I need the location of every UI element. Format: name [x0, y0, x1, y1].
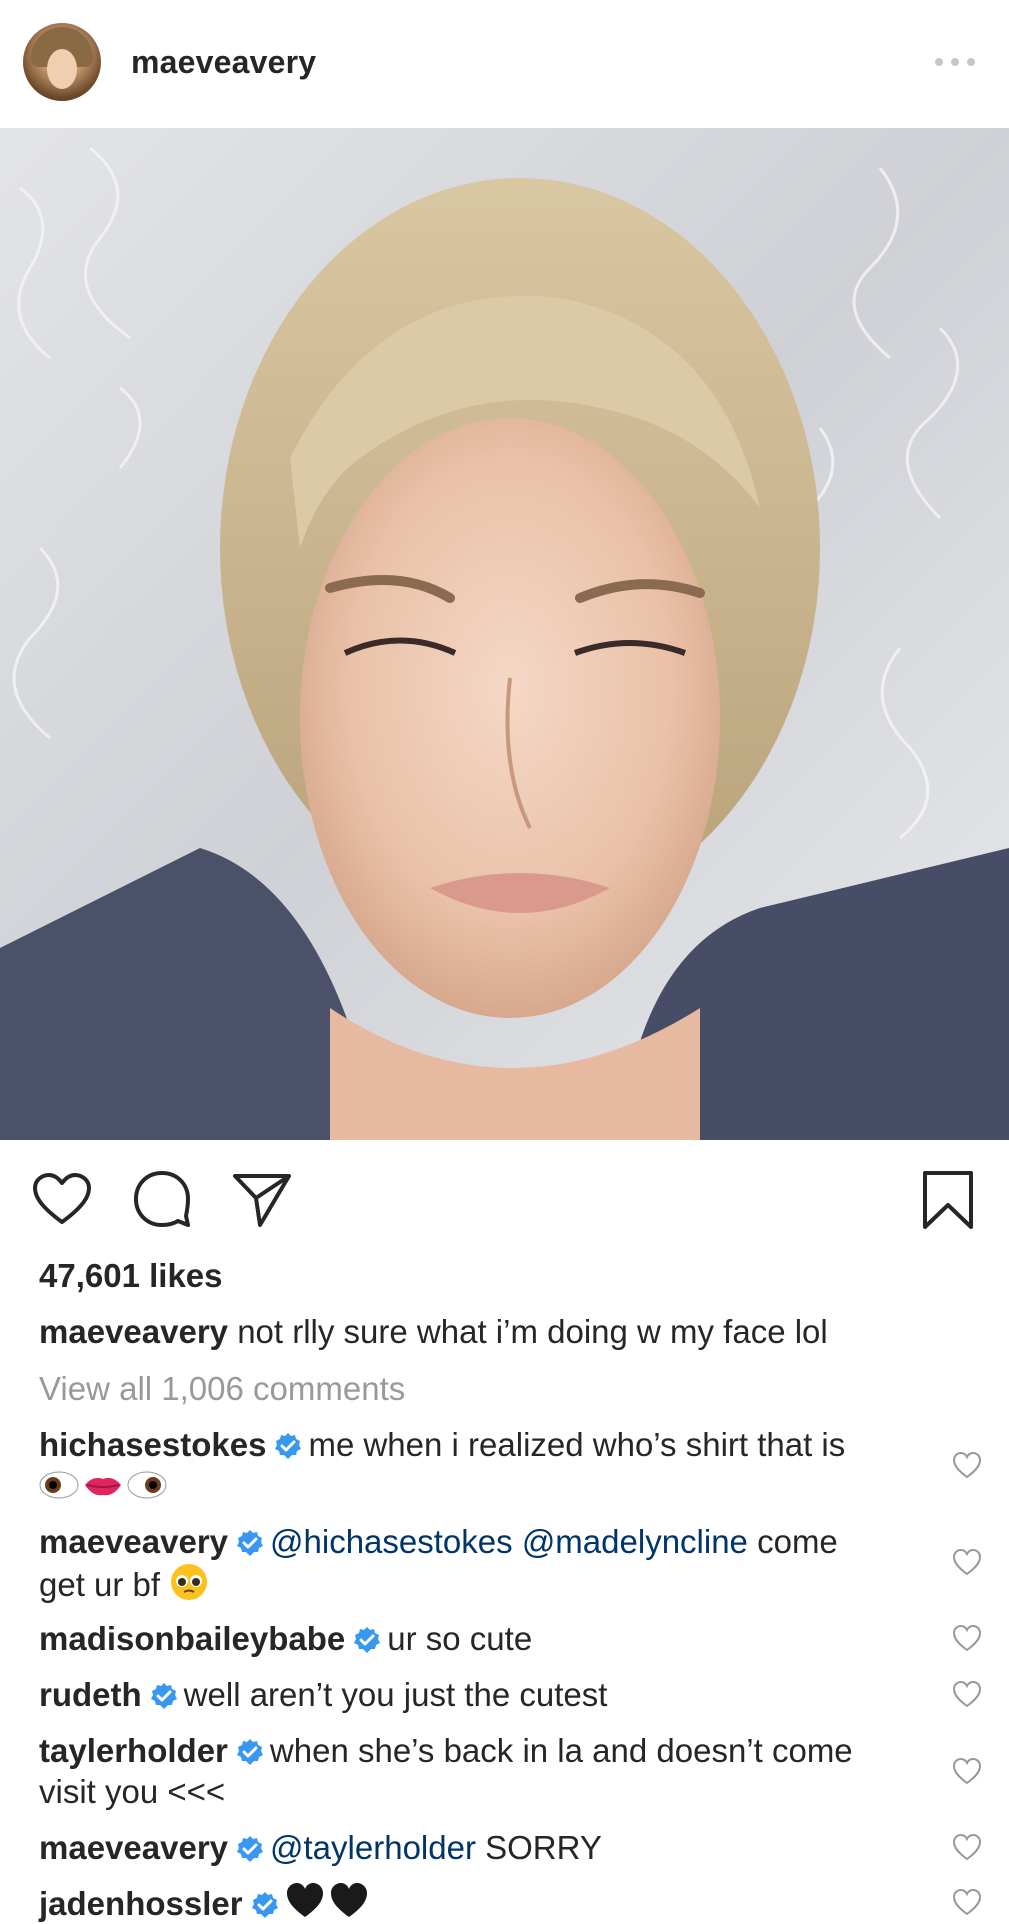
eyes-right-icon: [127, 1465, 167, 1505]
avatar[interactable]: [23, 23, 101, 101]
comment-item: taylerholder when she’s back in la and do…: [39, 1730, 919, 1812]
view-all-comments-link[interactable]: View all 1,006 comments: [39, 1370, 405, 1408]
comment-text: come: [757, 1523, 838, 1560]
mention-link[interactable]: @hichasestokes: [270, 1523, 513, 1560]
caption-text: not rlly sure what i’m doing w my face l…: [237, 1313, 828, 1350]
comment-text: me when i realized who’s shirt that is: [308, 1426, 846, 1463]
comment-bubble-icon[interactable]: [132, 1170, 192, 1228]
comment-text: when she’s back in la and doesn’t come: [269, 1732, 853, 1769]
comment-username[interactable]: maeveavery: [39, 1523, 228, 1560]
likes-count[interactable]: 47,601 likes: [39, 1257, 223, 1295]
comment-like-heart-icon[interactable]: [952, 1833, 982, 1861]
action-bar: [0, 1160, 1009, 1230]
paper-plane-icon[interactable]: [232, 1172, 292, 1228]
comment-like-heart-icon[interactable]: [952, 1888, 982, 1916]
black-heart-icon: [329, 1881, 369, 1921]
comment-like-heart-icon[interactable]: [952, 1548, 982, 1576]
comment-item: rudeth well aren’t you just the cutest: [39, 1674, 919, 1715]
verified-badge-icon: [236, 1738, 264, 1766]
comment-text: ur so cute: [387, 1620, 533, 1657]
lips-icon: [83, 1465, 123, 1505]
comment-item: maeveavery @taylerholder SORRY: [39, 1827, 919, 1868]
verified-badge-icon: [236, 1529, 264, 1557]
caption: maeveavery not rlly sure what i’m doing …: [39, 1313, 979, 1351]
verified-badge-icon: [236, 1835, 264, 1863]
pleading-face-icon: [169, 1562, 209, 1602]
mention-link[interactable]: @madelyncline: [522, 1523, 748, 1560]
verified-badge-icon: [353, 1626, 381, 1654]
comment-username[interactable]: rudeth: [39, 1676, 142, 1713]
comment-item: maeveavery @hichasestokes @madelyncline c…: [39, 1521, 919, 1605]
comment-username[interactable]: madisonbaileybabe: [39, 1620, 345, 1657]
comment-item: hichasestokes me when i realized who’s sh…: [39, 1424, 919, 1508]
comment-like-heart-icon[interactable]: [952, 1757, 982, 1785]
post-photo[interactable]: [0, 128, 1009, 1140]
comment-like-heart-icon[interactable]: [952, 1451, 982, 1479]
comment-username[interactable]: jadenhossler: [39, 1885, 243, 1922]
black-heart-icon: [285, 1881, 325, 1921]
heart-outline-icon[interactable]: [32, 1172, 92, 1226]
verified-badge-icon: [251, 1891, 279, 1919]
caption-username[interactable]: maeveavery: [39, 1313, 228, 1350]
mention-link[interactable]: @taylerholder: [270, 1829, 476, 1866]
comment-text: visit you <<<: [39, 1773, 226, 1810]
bookmark-icon[interactable]: [922, 1170, 974, 1230]
comment-like-heart-icon[interactable]: [952, 1624, 982, 1652]
post-header: maeveavery: [0, 0, 1009, 128]
comment-item: jadenhossler: [39, 1881, 919, 1924]
eyes-left-icon: [39, 1465, 79, 1505]
comment-item: madisonbaileybabe ur so cute: [39, 1618, 919, 1659]
comment-text: SORRY: [485, 1829, 602, 1866]
more-dots-icon[interactable]: [935, 56, 975, 68]
verified-badge-icon: [274, 1432, 302, 1460]
comment-username[interactable]: taylerholder: [39, 1732, 228, 1769]
author-username[interactable]: maeveavery: [131, 44, 316, 81]
comment-username[interactable]: maeveavery: [39, 1829, 228, 1866]
comment-username[interactable]: hichasestokes: [39, 1426, 266, 1463]
comment-like-heart-icon[interactable]: [952, 1680, 982, 1708]
comment-text: get ur bf: [39, 1566, 161, 1603]
verified-badge-icon: [150, 1682, 178, 1710]
comment-text: well aren’t you just the cutest: [183, 1676, 608, 1713]
